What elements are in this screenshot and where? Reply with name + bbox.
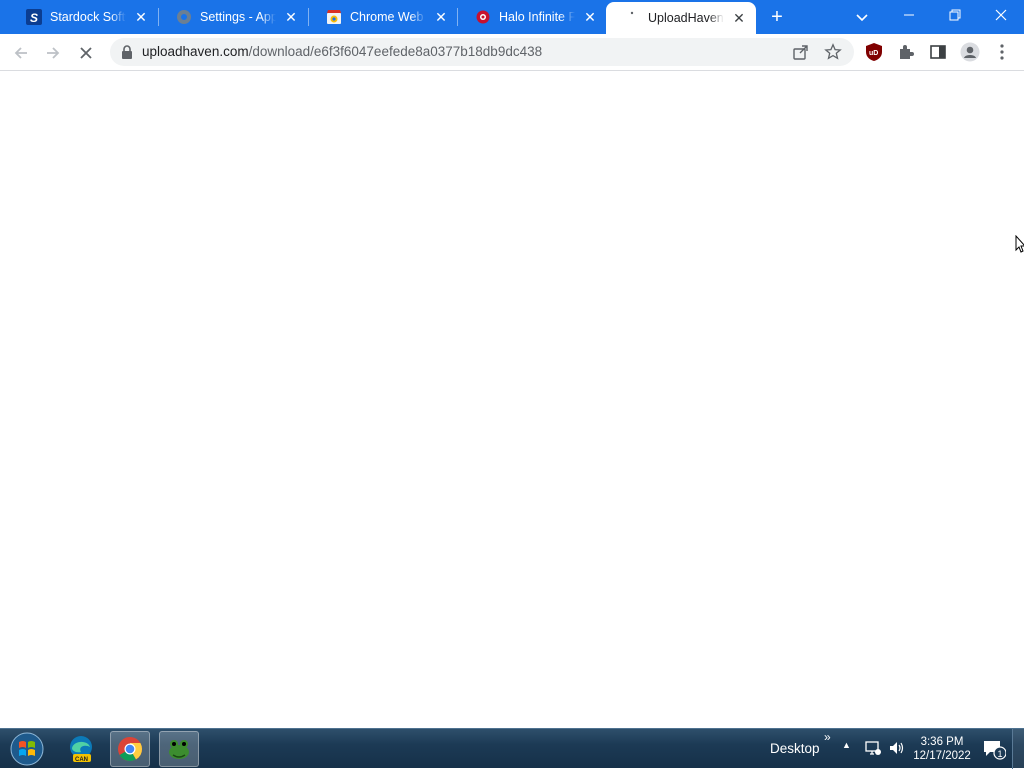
tab-title: Stardock Software xyxy=(50,10,126,24)
tab-search-chevron-icon[interactable] xyxy=(852,7,872,27)
tab-title: Halo Infinite Free xyxy=(499,10,575,24)
system-clock[interactable]: 3:36 PM 12/17/2022 xyxy=(910,735,974,763)
tab-close-icon[interactable]: ✕ xyxy=(581,8,599,26)
ublock-label: uD xyxy=(869,50,878,57)
share-icon[interactable] xyxy=(792,43,810,61)
tab-chrome-web-store[interactable]: Chrome Web Store ✕ xyxy=(308,0,458,34)
bookmark-star-icon[interactable] xyxy=(824,43,842,61)
ublock-origin-icon[interactable]: uD xyxy=(864,42,884,62)
url-path: /download/e6f3f6047eefede8a0377b18db9dc4… xyxy=(248,44,543,59)
stop-loading-button[interactable] xyxy=(73,40,99,66)
tab-close-icon[interactable]: ✕ xyxy=(730,9,748,27)
restore-button[interactable] xyxy=(932,0,978,30)
taskbar-frog-app[interactable] xyxy=(159,731,199,767)
svg-text:S: S xyxy=(30,11,38,25)
url-text[interactable]: uploadhaven.com/download/e6f3f6047eefede… xyxy=(142,44,542,59)
loading-spinner-icon xyxy=(624,10,640,26)
notification-icon: 1 xyxy=(984,741,1007,760)
edge-canary-icon: CAN xyxy=(70,736,92,763)
url-host: uploadhaven.com xyxy=(142,44,249,59)
tab-title: UploadHaven - xyxy=(648,11,724,25)
frog-app-icon xyxy=(169,740,189,759)
tab-title: Settings - Appearance xyxy=(200,10,276,24)
minimize-button[interactable] xyxy=(886,0,932,30)
tab-settings[interactable]: Settings - Appearance ✕ xyxy=(158,0,308,34)
taskbar-edge-canary[interactable]: CAN xyxy=(61,731,101,767)
tab-close-icon[interactable]: ✕ xyxy=(432,8,450,26)
menu-kebab-icon[interactable] xyxy=(992,42,1012,62)
close-icon xyxy=(995,9,1007,21)
tab-halo-infinite[interactable]: Halo Infinite Free ✕ xyxy=(457,0,607,34)
toolbar-expand-icon[interactable]: » xyxy=(824,730,831,744)
chrome-icon xyxy=(118,737,142,762)
side-panel-icon[interactable] xyxy=(928,42,948,62)
desktop-toolbar-label[interactable]: Desktop xyxy=(770,741,820,756)
back-button[interactable] xyxy=(8,40,34,66)
taskbar-chrome[interactable] xyxy=(110,731,150,767)
tab-stardock[interactable]: S Stardock Software ✕ xyxy=(8,0,158,34)
lock-icon[interactable] xyxy=(120,44,134,60)
address-bar[interactable]: uploadhaven.com/download/e6f3f6047eefede… xyxy=(110,38,854,66)
notification-count: 1 xyxy=(998,749,1003,759)
settings-gear-icon xyxy=(176,9,192,25)
tab-strip: S Stardock Software ✕ Settings - Appeara… xyxy=(0,0,1024,34)
mouse-cursor-icon xyxy=(1015,234,1024,253)
browser-toolbar: uploadhaven.com/download/e6f3f6047eefede… xyxy=(0,34,1024,71)
edge-badge: CAN xyxy=(75,757,88,763)
show-hidden-icons-arrow[interactable]: ▲ xyxy=(842,740,860,758)
extensions-puzzle-icon[interactable] xyxy=(896,42,916,62)
forward-button[interactable] xyxy=(40,40,66,66)
halo-icon xyxy=(475,9,491,25)
forward-arrow-icon xyxy=(47,47,60,59)
profile-avatar-icon[interactable] xyxy=(960,42,980,62)
clock-date: 12/17/2022 xyxy=(913,750,971,762)
stop-loading-icon xyxy=(80,47,92,59)
clock-time: 3:36 PM xyxy=(920,736,964,748)
tab-uploadhaven[interactable]: UploadHaven - ✕ xyxy=(606,2,756,34)
show-desktop-button[interactable] xyxy=(1012,729,1024,769)
stardock-icon: S xyxy=(26,9,42,25)
tab-close-icon[interactable]: ✕ xyxy=(132,8,150,26)
new-tab-button[interactable]: + xyxy=(766,6,788,28)
restore-icon xyxy=(949,9,961,21)
tab-title: Chrome Web Store xyxy=(350,10,426,24)
back-arrow-icon xyxy=(14,47,27,59)
action-center-button[interactable]: 1 xyxy=(982,738,1007,760)
tab-close-icon[interactable]: ✕ xyxy=(282,8,300,26)
minimize-icon xyxy=(904,14,914,16)
close-window-button[interactable] xyxy=(978,0,1024,30)
network-icon[interactable] xyxy=(864,739,882,757)
volume-icon[interactable] xyxy=(888,739,906,757)
windows-taskbar: CAN Desktop » ▲ 3:36 PM 12/17/2022 1 xyxy=(0,728,1024,769)
start-button[interactable] xyxy=(8,731,46,767)
chrome-web-store-icon xyxy=(326,9,342,25)
page-content xyxy=(0,71,1024,728)
windows-orb-icon xyxy=(10,732,44,766)
